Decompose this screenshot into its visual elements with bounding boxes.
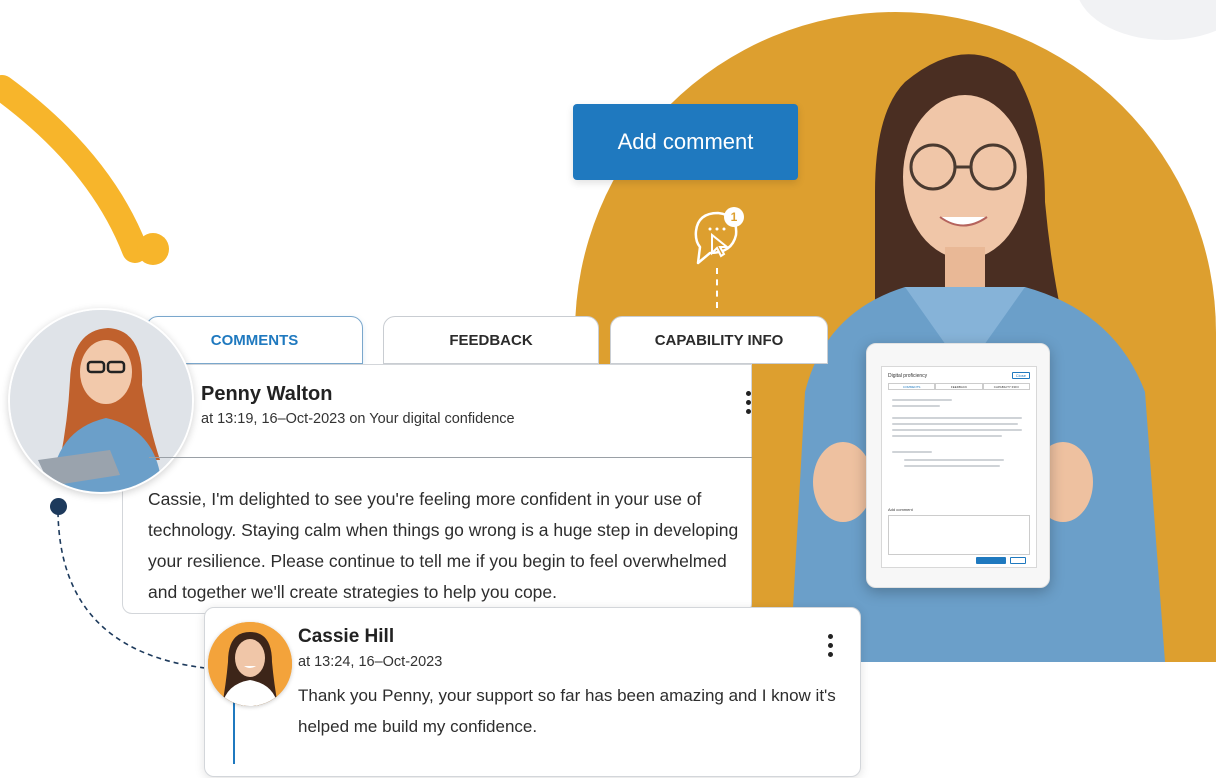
thread-dot [50,498,67,515]
avatar [208,622,292,706]
tablet-tab: COMMENTS [888,383,936,390]
reply-author: Cassie Hill [298,626,395,647]
reply-body: Thank you Penny, your support so far has… [298,686,836,736]
comment-author: Penny Walton [201,383,333,405]
tablet-editor [888,515,1030,555]
tablet-submit-button [976,557,1006,564]
tablet-tabs: COMMENTS FEEDBACK CAPABILITY INFO [888,383,1030,390]
comment-meta: at 13:19, 16–Oct-2023 on Your digital co… [201,411,515,427]
tablet-text-line [892,423,1018,425]
decorative-dot [137,233,169,265]
tablet-add-comment-label: Add comment [888,507,913,512]
more-options-icon[interactable] [825,634,835,664]
comment-click-icon: 1 [694,207,744,265]
comment-divider [149,457,752,458]
tablet-tab: CAPABILITY INFO [982,383,1030,390]
tab-capability-info[interactable]: CAPABILITY INFO [610,316,828,364]
comment-body: Cassie, I'm delighted to see you're feel… [148,489,739,602]
tablet-text-line [904,459,1004,461]
tablet-screen: Digital proficiency Close COMMENTS FEEDB… [881,366,1037,568]
tablet-cancel-button [1010,557,1026,564]
avatar [8,308,194,494]
tablet-text-line [904,465,1000,467]
tablet-text-line [892,417,1022,419]
penny-avatar-image [10,310,192,492]
tab-feedback[interactable]: FEEDBACK [383,316,599,364]
more-options-icon[interactable] [743,391,753,421]
tablet-close-button: Close [1011,372,1030,379]
tablet-text-line [892,405,940,407]
tablet-text-line [892,435,1002,437]
connector-dashed-line [716,268,718,308]
cassie-avatar-image [208,622,292,706]
tablet-title: Digital proficiency [888,373,928,379]
tablet-device: Digital proficiency Close COMMENTS FEEDB… [866,343,1050,588]
add-comment-button[interactable]: Add comment [573,104,798,180]
notification-badge: 1 [731,210,738,224]
tablet-text-line [892,399,952,401]
tablet-text-line [892,429,1022,431]
tablet-text-line [892,451,932,453]
reply-meta: at 13:24, 16–Oct-2023 [298,654,443,670]
tablet-tab: FEEDBACK [935,383,983,390]
